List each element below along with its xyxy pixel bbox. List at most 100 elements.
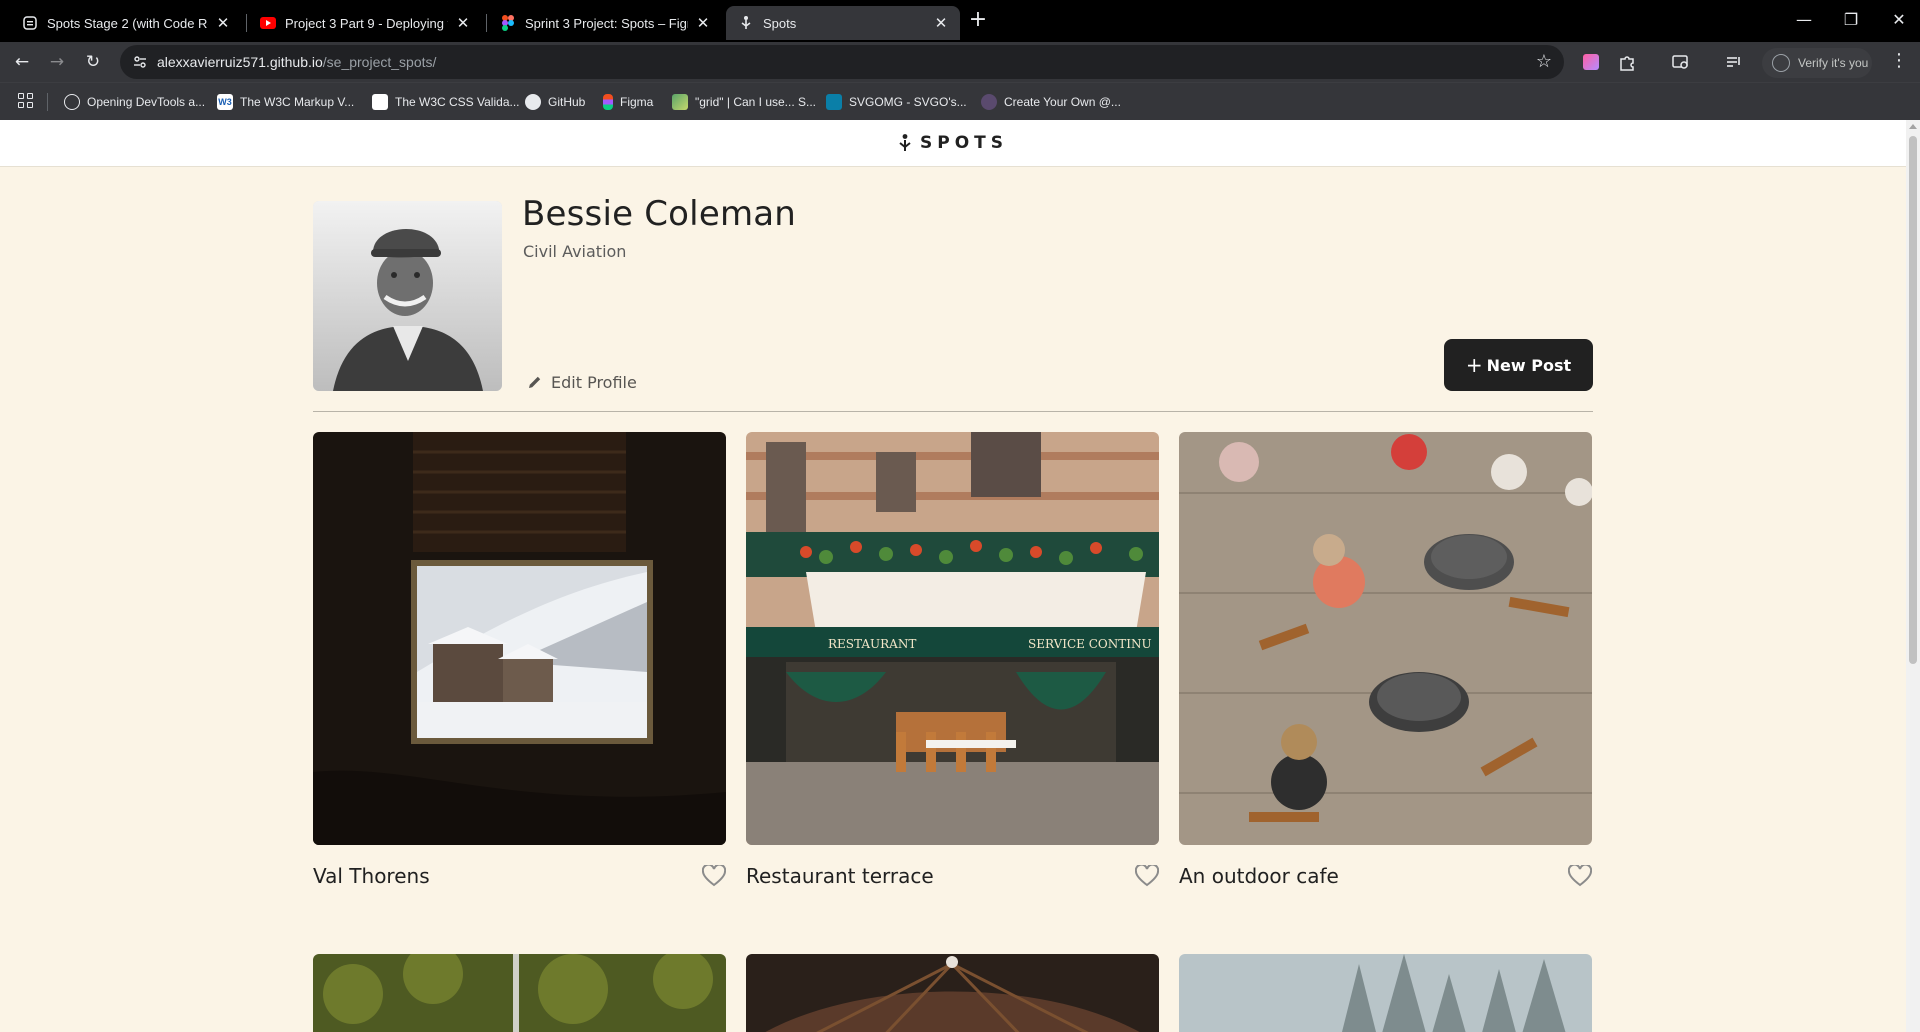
more-menu-icon[interactable]: ⋮ [1890, 50, 1908, 71]
bookmark-item[interactable]: Opening DevTools a... [64, 92, 205, 112]
tab-spots[interactable]: Spots ✕ [726, 6, 960, 40]
heart-icon[interactable] [702, 864, 726, 888]
bookmark-label: The W3C CSS Valida... [395, 95, 520, 109]
logo-text: SPOTS [920, 133, 1008, 153]
tab-title: Sprint 3 Project: Spots – Figma [525, 15, 688, 31]
tab-title: Spots Stage 2 (with Code Revie [47, 15, 208, 31]
browser-toolbar: ← → ↻ alexxavierruiz571.github.io/se_pro… [0, 42, 1920, 82]
card-caption: An outdoor cafe [1179, 864, 1592, 888]
url-host: alexxavierruiz571.github.io [157, 54, 323, 70]
bookmark-item[interactable]: "grid" | Can I use... S... [672, 92, 816, 112]
close-tab-icon[interactable]: ✕ [214, 14, 232, 32]
bookmark-label: Opening DevTools a... [87, 95, 206, 109]
scrollbar-thumb[interactable] [1909, 136, 1917, 664]
tab-title: Project 3 Part 9 - Deploying to G [285, 15, 448, 31]
youtube-icon [260, 15, 276, 31]
tab-strip: Spots Stage 2 (with Code Revie ✕ Project… [0, 0, 1920, 42]
spots-logo[interactable]: SPOTS [898, 133, 1008, 153]
svgomg-icon [826, 94, 842, 110]
w3c-css-icon [372, 94, 388, 110]
minimize-icon[interactable]: — [1789, 8, 1819, 32]
close-tab-icon[interactable]: ✕ [454, 14, 472, 32]
card-image[interactable] [313, 954, 726, 1032]
bookmark-label: The W3C Markup V... [240, 95, 355, 109]
pencil-icon [529, 376, 541, 388]
figma-icon [603, 94, 613, 110]
close-tab-icon[interactable]: ✕ [932, 14, 950, 32]
tab-search-icon[interactable] [1672, 53, 1692, 73]
apps-grid-icon[interactable] [18, 93, 34, 109]
profile-verify-button[interactable]: Verify it's you [1762, 48, 1872, 78]
bookmark-label: GitHub [548, 95, 586, 109]
heart-icon[interactable] [1568, 864, 1592, 888]
card-image[interactable]: RESTAURANT SERVICE CONTINU [746, 432, 1159, 845]
extension-gradient-icon[interactable] [1582, 53, 1602, 73]
close-window-icon[interactable]: ✕ [1884, 8, 1914, 32]
url-text: alexxavierruiz571.github.io/se_project_s… [157, 54, 436, 70]
figma-icon [500, 15, 516, 31]
github-icon [525, 94, 541, 110]
card [746, 954, 1159, 1032]
reload-icon[interactable]: ↻ [81, 50, 105, 74]
edit-profile-label: Edit Profile [551, 372, 637, 392]
new-tab-button[interactable]: + [967, 9, 989, 31]
profile-divider [313, 411, 1593, 412]
tab-title: Spots [763, 15, 797, 31]
card-title: An outdoor cafe [1179, 864, 1339, 888]
new-post-button[interactable]: + New Post [1444, 339, 1593, 391]
back-arrow-icon[interactable]: ← [10, 50, 34, 74]
bookmark-star-icon[interactable]: ☆ [1536, 51, 1552, 72]
media-controls-icon[interactable] [1725, 53, 1745, 73]
profile-avatar [313, 201, 502, 391]
bookmark-item[interactable]: W3 The W3C Markup V... [217, 92, 354, 112]
caniuse-icon [672, 94, 688, 110]
profile-description: Civil Aviation [523, 242, 627, 261]
site-info-icon[interactable] [132, 54, 148, 70]
url-path: /se_project_spots/ [322, 54, 437, 70]
restore-icon[interactable]: ❐ [1836, 8, 1866, 32]
card-image[interactable] [1179, 954, 1592, 1032]
bookmark-separator [47, 93, 48, 111]
close-tab-icon[interactable]: ✕ [694, 14, 712, 32]
forward-arrow-icon[interactable]: → [45, 50, 69, 74]
bookmark-label: "grid" | Can I use... S... [695, 95, 817, 109]
browser-chrome: Spots Stage 2 (with Code Revie ✕ Project… [0, 0, 1920, 120]
verify-label: Verify it's you [1798, 56, 1869, 70]
bookmark-item[interactable]: The W3C CSS Valida... [372, 92, 520, 112]
svg-text:RESTAURANT: RESTAURANT [828, 637, 916, 651]
extensions-puzzle-icon[interactable] [1618, 53, 1638, 73]
page-scrollbar[interactable] [1906, 120, 1920, 1032]
spots-icon [738, 15, 754, 31]
bookmark-item[interactable]: SVGOMG - SVGO's... [826, 92, 967, 112]
w3c-icon: W3 [217, 94, 233, 110]
card-caption: Val Thorens [313, 864, 726, 888]
bookmark-item[interactable]: Create Your Own @... [981, 92, 1121, 112]
bookmarks-bar: Opening DevTools a... W3 The W3C Markup … [0, 82, 1920, 120]
card-caption: Restaurant terrace [746, 864, 1159, 888]
card-title: Val Thorens [313, 864, 430, 888]
edit-profile-button[interactable]: Edit Profile [528, 370, 637, 394]
bookmark-item[interactable]: Figma [603, 92, 653, 112]
card-image[interactable] [313, 432, 726, 845]
card-image[interactable] [746, 954, 1159, 1032]
heart-icon[interactable] [1135, 864, 1159, 888]
document-icon [22, 15, 38, 31]
card [313, 954, 726, 1032]
avatar-icon [1772, 54, 1790, 72]
tab-project-3-part-9[interactable]: Project 3 Part 9 - Deploying to G ✕ [248, 6, 482, 40]
bookmark-label: Create Your Own @... [1004, 95, 1121, 109]
card-title: Restaurant terrace [746, 864, 934, 888]
profile-name: Bessie Coleman [522, 194, 797, 234]
card: RESTAURANT SERVICE CONTINU Restaurant te… [746, 432, 1159, 888]
bookmark-label: Figma [620, 95, 654, 109]
bookmark-item[interactable]: GitHub [525, 92, 585, 112]
spots-logo-icon [899, 134, 911, 151]
svg-text:SERVICE CONTINU: SERVICE CONTINU [1028, 637, 1152, 651]
tab-sprint-3-figma[interactable]: Sprint 3 Project: Spots – Figma ✕ [488, 6, 722, 40]
scroll-up-arrow-icon[interactable] [1909, 124, 1917, 129]
card-image[interactable] [1179, 432, 1592, 845]
plus-icon: + [1465, 353, 1483, 377]
tab-separator [486, 14, 487, 32]
tab-spots-stage-2[interactable]: Spots Stage 2 (with Code Revie ✕ [10, 6, 242, 40]
address-bar[interactable]: alexxavierruiz571.github.io/se_project_s… [120, 45, 1564, 79]
